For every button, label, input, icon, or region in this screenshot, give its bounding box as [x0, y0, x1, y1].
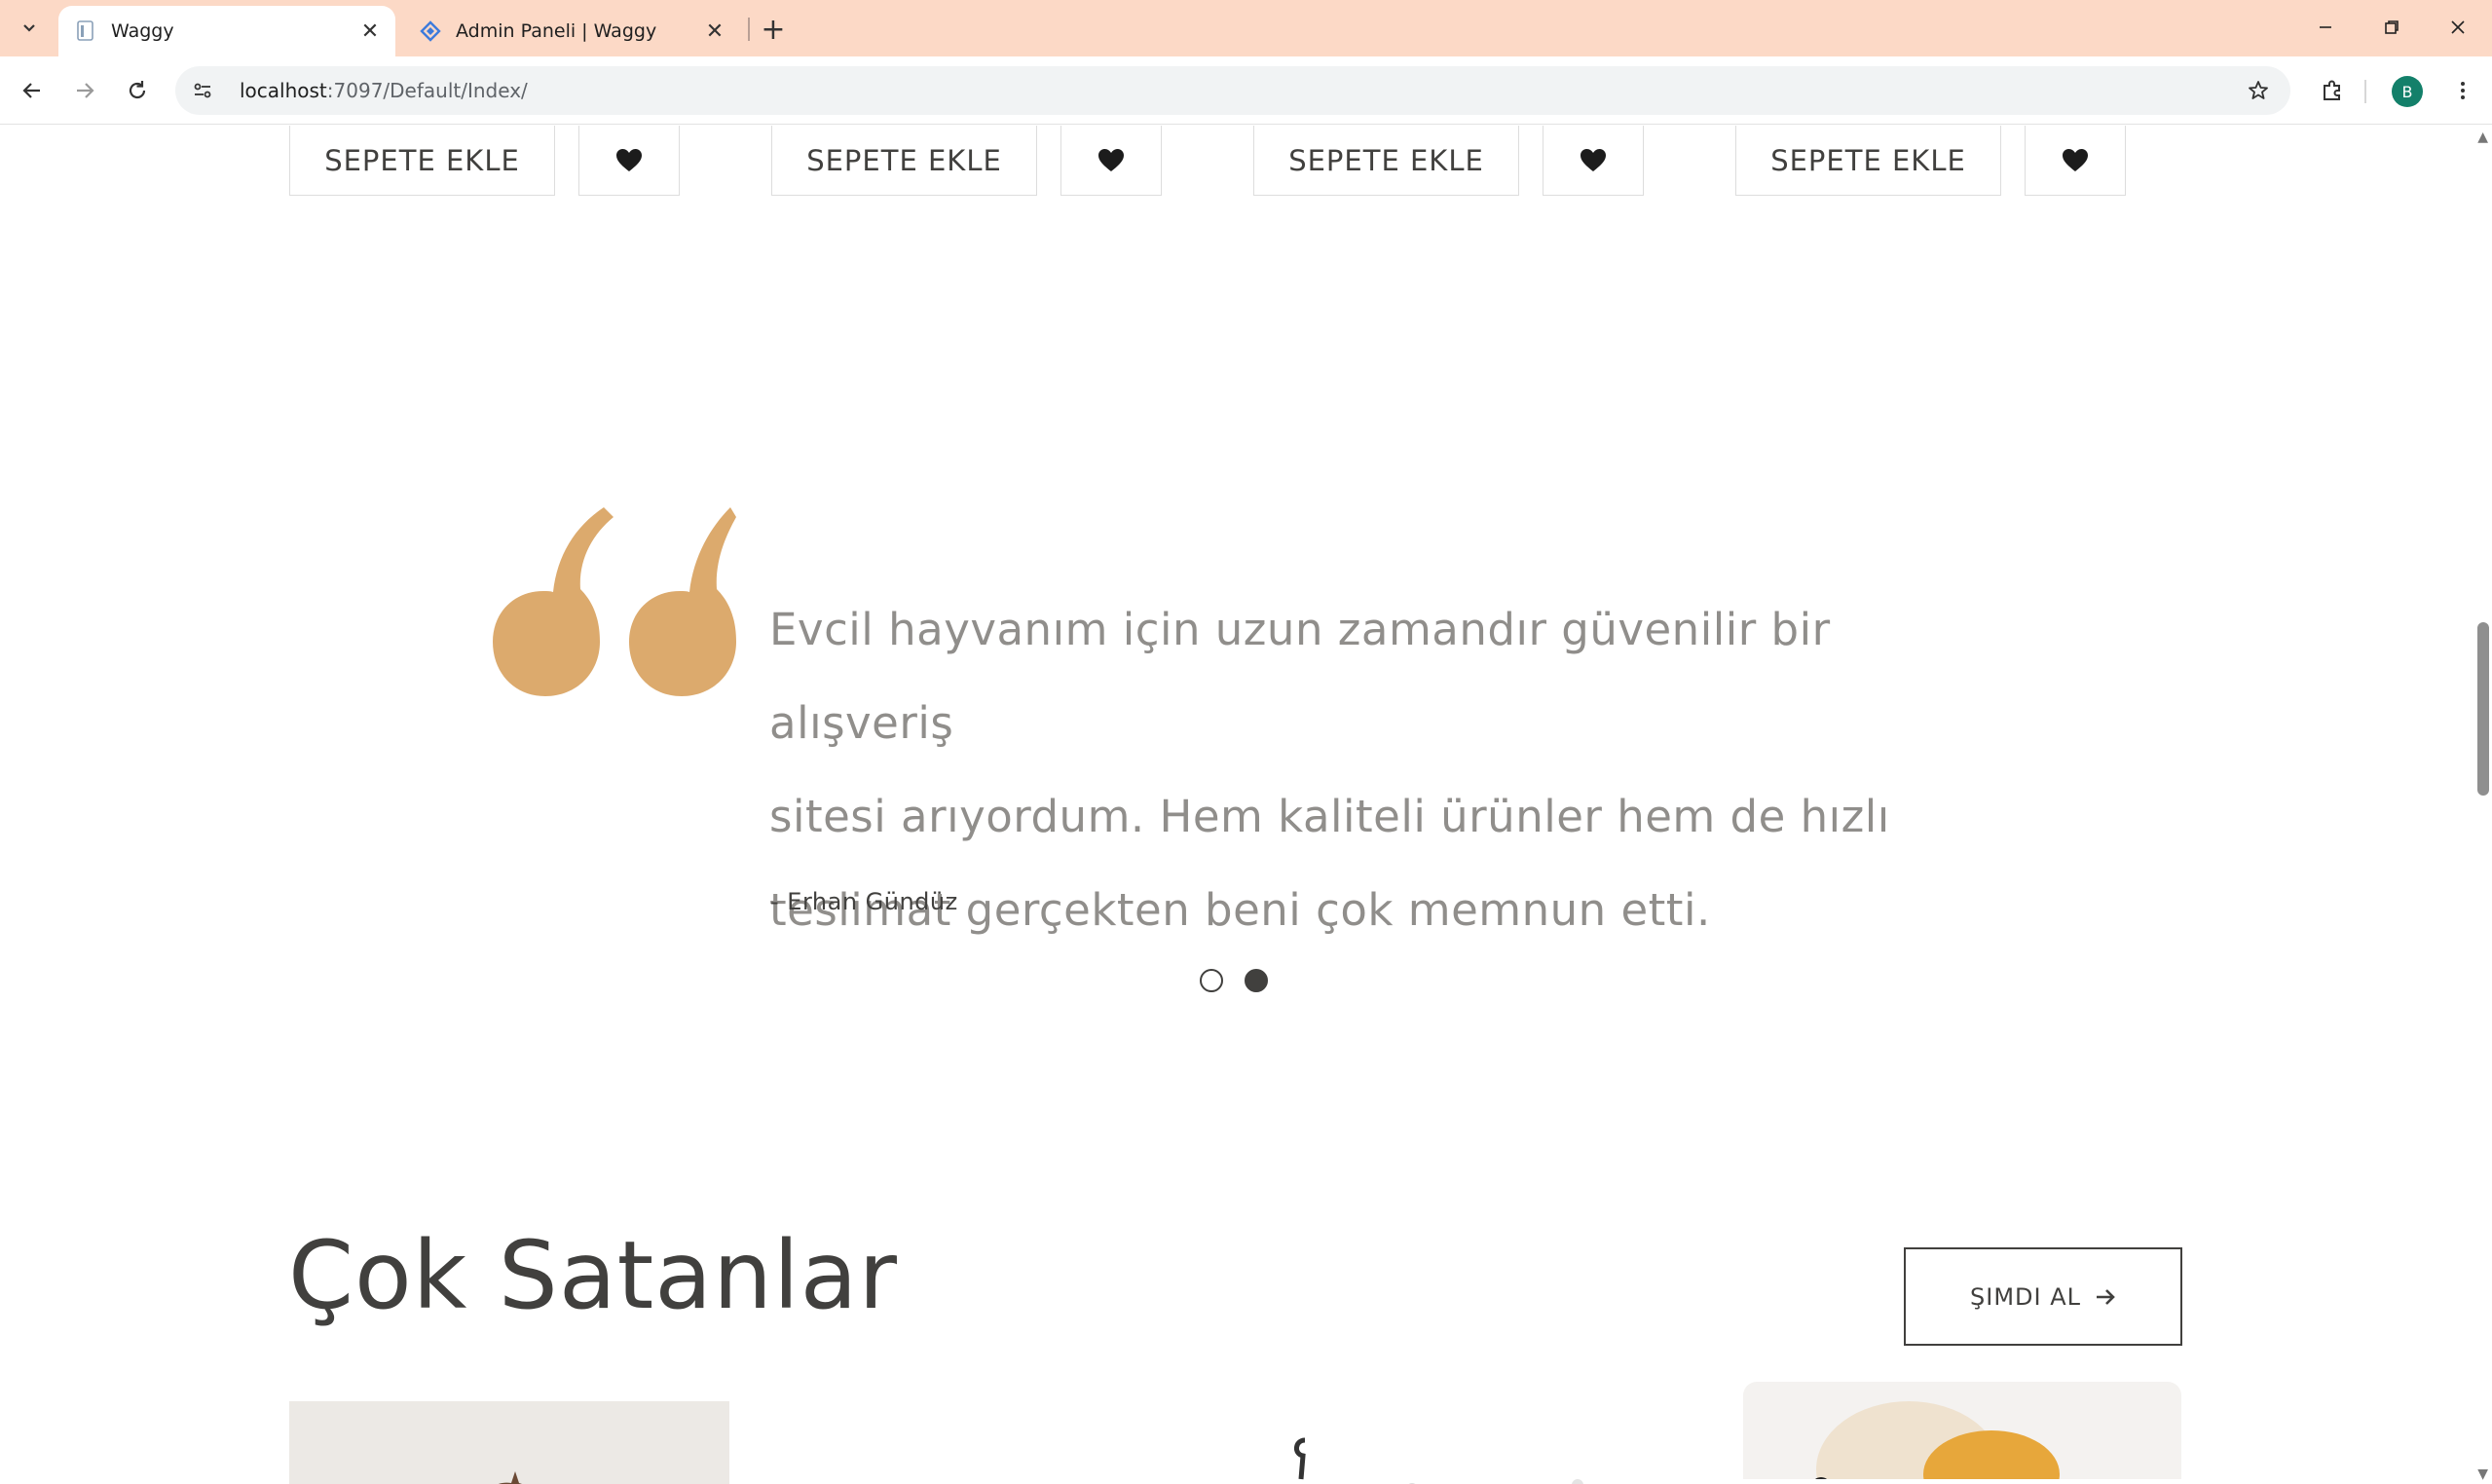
- carousel-dot-1[interactable]: [1200, 969, 1223, 992]
- shop-now-button[interactable]: ŞIMDI AL: [1904, 1247, 2182, 1346]
- add-to-cart-button[interactable]: SEPETE EKLE: [1253, 126, 1519, 196]
- page-icon: [74, 19, 97, 43]
- wishlist-button[interactable]: [1543, 126, 1644, 196]
- diamond-logo-icon: [419, 19, 442, 43]
- quote-line: sitesi arıyordum. Hem kaliteli ürünler h…: [769, 791, 1890, 842]
- tab-separator: [748, 18, 750, 41]
- shop-now-label: ŞIMDI AL: [1970, 1282, 2081, 1311]
- scrollbar-thumb[interactable]: [2477, 622, 2489, 796]
- product-image[interactable]: [289, 1401, 729, 1484]
- toolbar-divider: [2364, 80, 2366, 103]
- site-info-icon[interactable]: [183, 71, 222, 110]
- wishlist-button[interactable]: [578, 126, 680, 196]
- browser-menu-button[interactable]: [2442, 70, 2483, 111]
- url-host: localhost: [240, 79, 327, 102]
- heart-icon: [1098, 148, 1124, 171]
- add-to-cart-button[interactable]: SEPETE EKLE: [289, 126, 555, 196]
- quote-line: Evcil hayvanım için uzun zamandır güveni…: [769, 604, 1831, 749]
- arrow-right-icon: [77, 83, 94, 98]
- arrow-right-icon: [2095, 1287, 2116, 1307]
- tab-title: Admin Paneli | Waggy: [456, 20, 657, 42]
- wishlist-button[interactable]: [2025, 126, 2126, 196]
- back-button[interactable]: [12, 70, 53, 111]
- arrow-left-icon: [22, 83, 40, 98]
- extensions-button[interactable]: [2312, 70, 2353, 111]
- forward-button[interactable]: [64, 70, 105, 111]
- chevron-down-icon: [23, 24, 35, 32]
- carousel-pagination: [1200, 969, 1268, 992]
- close-icon[interactable]: ✕: [356, 18, 384, 45]
- tab-search-button[interactable]: [10, 12, 49, 45]
- scroll-down-arrow-icon[interactable]: ▼: [2477, 1466, 2488, 1482]
- product-image[interactable]: [1743, 1382, 2181, 1479]
- best-sellers-title: Çok Satanlar: [288, 1221, 898, 1330]
- scroll-up-arrow-icon[interactable]: ▲: [2477, 130, 2488, 145]
- wishlist-button[interactable]: [1060, 126, 1162, 196]
- address-bar[interactable]: localhost:7097/Default/Index/: [175, 66, 2290, 115]
- close-icon[interactable]: ✕: [701, 18, 728, 45]
- reload-icon: [129, 81, 146, 99]
- testimonial-author: - Erhan Gündüz: [770, 888, 958, 915]
- carousel-dot-2[interactable]: [1245, 969, 1268, 992]
- browser-tab-bar: Waggy ✕ Admin Paneli | Waggy ✕ +: [0, 0, 2492, 56]
- url-text: localhost:7097/Default/Index/: [240, 79, 528, 102]
- tab-waggy[interactable]: Waggy ✕: [58, 6, 395, 56]
- more-vertical-icon: [2461, 82, 2465, 99]
- browser-toolbar: localhost:7097/Default/Index/ B: [0, 56, 2492, 125]
- minimize-icon: [2320, 26, 2331, 28]
- page-viewport: SEPETE EKLE SEPETE EKLE SEPETE EKLE SEPE…: [0, 126, 2492, 1484]
- product-image[interactable]: [1256, 1421, 1626, 1484]
- window-close-button[interactable]: [2429, 6, 2487, 49]
- profile-avatar[interactable]: B: [2392, 76, 2423, 107]
- heart-icon: [1581, 148, 1606, 171]
- quote-icon: [493, 507, 736, 696]
- reload-button[interactable]: [117, 70, 158, 111]
- product-card-actions: SEPETE EKLE: [1735, 126, 2126, 196]
- page-scrollbar[interactable]: ▲ ▼: [2471, 126, 2492, 1484]
- product-card-actions: SEPETE EKLE: [771, 126, 1162, 196]
- close-icon: [2451, 20, 2465, 34]
- restore-icon: [2385, 20, 2399, 34]
- add-to-cart-button[interactable]: SEPETE EKLE: [771, 126, 1037, 196]
- url-path: :7097/Default/Index/: [326, 79, 528, 102]
- heart-icon: [2063, 148, 2088, 171]
- tab-admin-panel[interactable]: Admin Paneli | Waggy ✕: [403, 6, 740, 56]
- heart-icon: [616, 148, 642, 171]
- restore-button[interactable]: [2362, 6, 2421, 49]
- product-card-actions: SEPETE EKLE: [289, 126, 680, 196]
- bookmark-star-icon[interactable]: [2240, 72, 2277, 109]
- tab-title: Waggy: [111, 20, 174, 42]
- product-card-actions: SEPETE EKLE: [1253, 126, 1644, 196]
- puzzle-icon: [2324, 80, 2340, 100]
- add-to-cart-button[interactable]: SEPETE EKLE: [1735, 126, 2001, 196]
- new-tab-button[interactable]: +: [756, 12, 791, 47]
- minimize-button[interactable]: [2296, 6, 2355, 49]
